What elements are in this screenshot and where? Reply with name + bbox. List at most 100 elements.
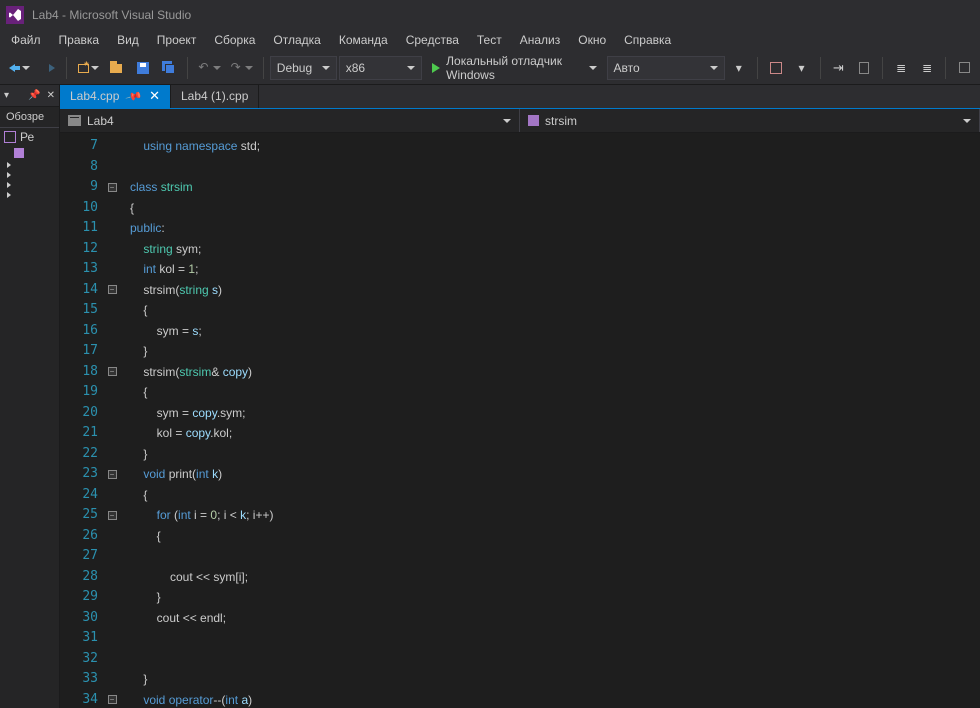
code-line[interactable]: void print(int k) bbox=[126, 464, 980, 485]
gutter: 7891011121314151617181920212223242526272… bbox=[60, 133, 126, 708]
code-line[interactable]: string sym; bbox=[126, 239, 980, 260]
menu-справка[interactable]: Справка bbox=[615, 30, 680, 50]
code-line[interactable] bbox=[126, 157, 980, 178]
panel-pin-icon[interactable]: 📌 bbox=[28, 90, 40, 101]
toolbar-overflow[interactable]: ▾ bbox=[727, 56, 751, 80]
code-line[interactable]: { bbox=[126, 382, 980, 403]
line-number: 7 bbox=[60, 136, 98, 157]
member-combo[interactable]: strsim bbox=[520, 109, 980, 132]
open-file-button[interactable] bbox=[105, 56, 129, 80]
fold-toggle[interactable]: − bbox=[108, 183, 117, 192]
line-number: 21 bbox=[60, 423, 98, 444]
tree-item[interactable] bbox=[0, 170, 59, 180]
menu-тест[interactable]: Тест bbox=[468, 30, 511, 50]
file-tab[interactable]: Lab4.cpp📌✕ bbox=[60, 85, 171, 108]
run-debug-button[interactable]: Локальный отладчик Windows bbox=[424, 56, 604, 80]
code-line[interactable]: for (int i = 0; i < k; i++) bbox=[126, 505, 980, 526]
pin-icon[interactable]: 📌 bbox=[125, 87, 143, 105]
platform-combo[interactable]: x86 bbox=[339, 56, 422, 80]
new-project-button[interactable]: * bbox=[73, 56, 103, 80]
panel-dropdown-icon[interactable]: ▾ bbox=[4, 90, 9, 101]
nav-back-button[interactable] bbox=[4, 56, 34, 80]
menu-правка[interactable]: Правка bbox=[50, 30, 109, 50]
threads-combo[interactable]: Авто bbox=[607, 56, 725, 80]
redo-button[interactable]: ↷ bbox=[227, 56, 257, 80]
code-line[interactable]: sym = s; bbox=[126, 321, 980, 342]
code-line[interactable]: void operator--(int a) bbox=[126, 690, 980, 708]
line-number: 25 bbox=[60, 505, 98, 526]
tree-item[interactable] bbox=[0, 146, 59, 160]
menu-отладка[interactable]: Отладка bbox=[264, 30, 329, 50]
save-all-button[interactable] bbox=[157, 56, 181, 80]
menu-сборка[interactable]: Сборка bbox=[205, 30, 264, 50]
menu-окно[interactable]: Окно bbox=[569, 30, 615, 50]
file-tabs: Lab4.cpp📌✕Lab4 (1).cpp bbox=[60, 85, 980, 109]
menu-файл[interactable]: Файл bbox=[2, 30, 50, 50]
config-combo[interactable]: Debug bbox=[270, 56, 337, 80]
code-line[interactable]: public: bbox=[126, 218, 980, 239]
code-line[interactable]: { bbox=[126, 300, 980, 321]
menu-средства[interactable]: Средства bbox=[397, 30, 468, 50]
code-line[interactable]: cout << sym[i]; bbox=[126, 567, 980, 588]
tree-item[interactable] bbox=[0, 190, 59, 200]
tree-item[interactable] bbox=[0, 180, 59, 190]
code-area[interactable]: 7891011121314151617181920212223242526272… bbox=[60, 133, 980, 708]
scope-value: Lab4 bbox=[87, 114, 114, 128]
line-number: 31 bbox=[60, 628, 98, 649]
close-icon[interactable]: ✕ bbox=[149, 88, 160, 104]
nav-fwd-button[interactable] bbox=[36, 56, 60, 80]
play-icon bbox=[432, 63, 440, 73]
line-number: 18 bbox=[60, 362, 98, 383]
code-line[interactable]: sym = copy.sym; bbox=[126, 403, 980, 424]
tbicon-3[interactable] bbox=[852, 56, 876, 80]
code-line[interactable]: using namespace std; bbox=[126, 136, 980, 157]
code-line[interactable]: strsim(strsim& copy) bbox=[126, 362, 980, 383]
window-title: Lab4 - Microsoft Visual Studio bbox=[32, 8, 191, 22]
code-line[interactable]: } bbox=[126, 587, 980, 608]
save-button[interactable] bbox=[131, 56, 155, 80]
code-line[interactable]: class strsim bbox=[126, 177, 980, 198]
fold-toggle[interactable]: − bbox=[108, 470, 117, 479]
code-line[interactable]: } bbox=[126, 669, 980, 690]
menubar: ФайлПравкаВидПроектСборкаОтладкаКомандаС… bbox=[0, 29, 980, 51]
line-number: 30 bbox=[60, 608, 98, 629]
tree-item[interactable] bbox=[0, 160, 59, 170]
file-tab[interactable]: Lab4 (1).cpp bbox=[171, 85, 259, 108]
fold-toggle[interactable]: − bbox=[108, 367, 117, 376]
fold-toggle[interactable]: − bbox=[108, 511, 117, 520]
chevron-right-icon bbox=[7, 192, 11, 198]
code-line[interactable] bbox=[126, 546, 980, 567]
code-line[interactable]: strsim(string s) bbox=[126, 280, 980, 301]
code-line[interactable]: } bbox=[126, 341, 980, 362]
comment-button[interactable] bbox=[952, 56, 976, 80]
undo-button[interactable]: ↶ bbox=[194, 56, 224, 80]
code-line[interactable]: cout << endl; bbox=[126, 608, 980, 629]
toolbar-overflow-2[interactable]: ▾ bbox=[790, 56, 814, 80]
scope-combo[interactable]: Lab4 bbox=[60, 109, 520, 132]
code-line[interactable]: kol = copy.kol; bbox=[126, 423, 980, 444]
indent-button[interactable]: ≣ bbox=[889, 56, 913, 80]
tbicon-1[interactable] bbox=[764, 56, 788, 80]
code-line[interactable]: { bbox=[126, 485, 980, 506]
code-line[interactable] bbox=[126, 628, 980, 649]
member-value: strsim bbox=[545, 114, 577, 128]
editor-area: Lab4.cpp📌✕Lab4 (1).cpp Lab4 strsim 78910… bbox=[60, 85, 980, 708]
menu-команда[interactable]: Команда bbox=[330, 30, 397, 50]
code-line[interactable] bbox=[126, 649, 980, 670]
menu-анализ[interactable]: Анализ bbox=[511, 30, 570, 50]
code-line[interactable]: { bbox=[126, 526, 980, 547]
module-icon bbox=[68, 115, 81, 126]
code-line[interactable]: int kol = 1; bbox=[126, 259, 980, 280]
tbicon-2[interactable]: ⇥ bbox=[826, 56, 850, 80]
outdent-button[interactable]: ≣ bbox=[915, 56, 939, 80]
code-line[interactable]: } bbox=[126, 444, 980, 465]
solution-row[interactable]: Ре bbox=[0, 128, 59, 146]
code-line[interactable]: { bbox=[126, 198, 980, 219]
code-content[interactable]: using namespace std;class strsim{public:… bbox=[126, 133, 980, 708]
fold-toggle[interactable]: − bbox=[108, 285, 117, 294]
menu-проект[interactable]: Проект bbox=[148, 30, 206, 50]
panel-close-icon[interactable]: ✕ bbox=[47, 90, 55, 101]
fold-toggle[interactable]: − bbox=[108, 695, 117, 704]
menu-вид[interactable]: Вид bbox=[108, 30, 148, 50]
panel-title: Обозре bbox=[0, 107, 59, 128]
